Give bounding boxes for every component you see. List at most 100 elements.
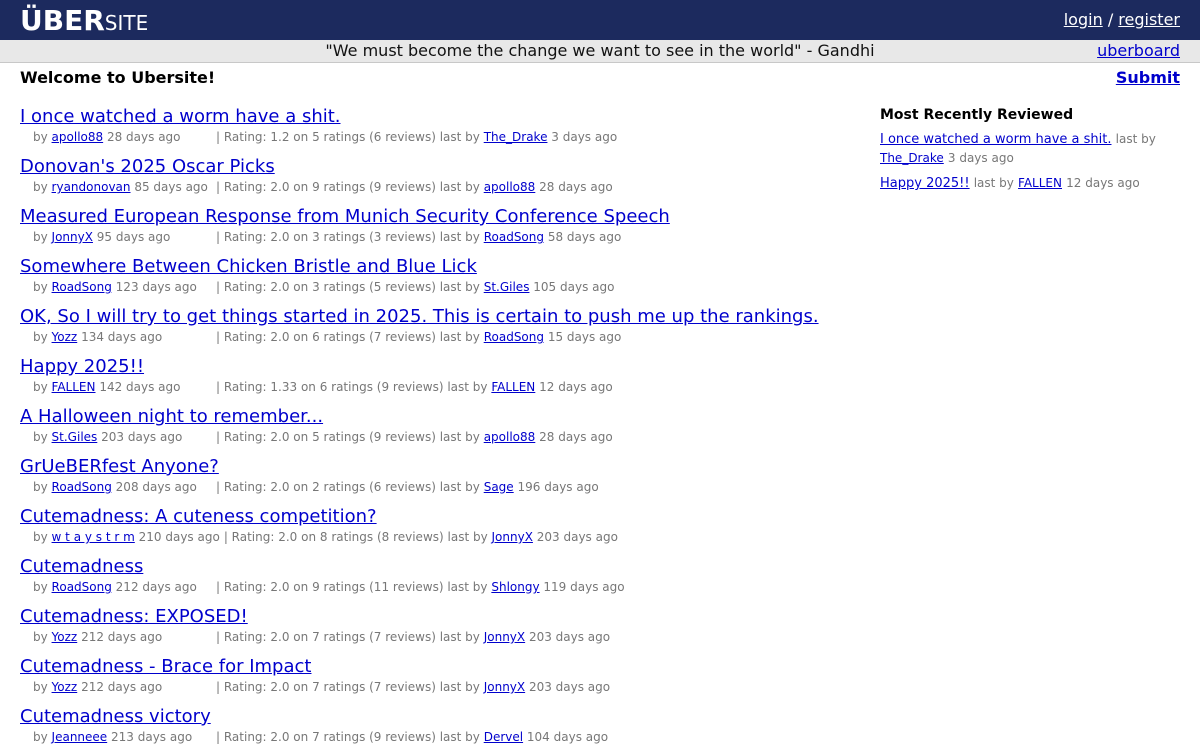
last-reviewer-link[interactable]: RoadSong <box>484 230 544 244</box>
last-reviewer-link[interactable]: RoadSong <box>484 330 544 344</box>
author-link[interactable]: Yozz <box>52 330 78 344</box>
last-review-age: 12 days ago <box>539 380 613 394</box>
last-review-age: 105 days ago <box>533 280 615 294</box>
author-link[interactable]: ryandonovan <box>52 180 131 194</box>
author-link[interactable]: RoadSong <box>52 280 112 294</box>
story-byline: by RoadSong 123 days ago <box>33 280 197 294</box>
story-item: OK, So I will try to get things started … <box>20 306 840 356</box>
story-title-link[interactable]: Donovan's 2025 Oscar Picks <box>20 156 275 178</box>
welcome-heading: Welcome to Ubersite! <box>20 68 216 87</box>
last-reviewer-link[interactable]: The_Drake <box>484 130 548 144</box>
last-reviewer-link[interactable]: apollo88 <box>484 430 536 444</box>
story-item: Cutemadness: EXPOSED! by Yozz 212 days ag… <box>20 606 840 656</box>
last-reviewer-link[interactable]: Shlongy <box>491 580 539 594</box>
story-title-link[interactable]: Cutemadness - Brace for Impact <box>20 656 311 678</box>
story-meta: by ryandonovan 85 days ago | Rating: 2.0 … <box>20 179 840 195</box>
recent-reviewer-link[interactable]: FALLEN <box>1018 176 1062 190</box>
last-reviewer-link[interactable]: Sage <box>484 480 514 494</box>
recent-review-age: 12 days ago <box>1066 176 1140 190</box>
story-title-link[interactable]: A Halloween night to remember... <box>20 406 323 428</box>
last-reviewer-link[interactable]: FALLEN <box>491 380 535 394</box>
story-byline: by RoadSong 212 days ago <box>33 580 197 594</box>
last-reviewer-link[interactable]: JonnyX <box>492 530 533 544</box>
story-rating: | Rating: 2.0 on 7 ratings (7 reviews) l… <box>216 629 610 645</box>
story-item: GrUeBERfest Anyone? by RoadSong 208 days … <box>20 456 840 506</box>
story-byline: by Yozz 212 days ago <box>33 630 163 644</box>
last-review-age: 196 days ago <box>517 480 599 494</box>
recent-story-link[interactable]: I once watched a worm have a shit. <box>880 132 1111 147</box>
login-link[interactable]: login <box>1064 10 1103 29</box>
author-link[interactable]: JonnyX <box>52 230 93 244</box>
story-item: Happy 2025!! by FALLEN 142 days ago | Rati… <box>20 356 840 406</box>
story-rating: | Rating: 2.0 on 5 ratings (9 reviews) l… <box>216 429 613 445</box>
recent-review-age: 3 days ago <box>947 151 1014 165</box>
story-age: 203 days ago <box>101 430 183 444</box>
story-title-link[interactable]: Happy 2025!! <box>20 356 144 378</box>
author-link[interactable]: w t a y s t r m <box>52 530 135 544</box>
rating-text: | Rating: 2.0 on 5 ratings (9 reviews) l… <box>216 430 480 444</box>
last-reviewer-link[interactable]: JonnyX <box>484 630 525 644</box>
story-title-link[interactable]: OK, So I will try to get things started … <box>20 306 819 328</box>
story-title-link[interactable]: Cutemadness victory <box>20 706 211 728</box>
register-link[interactable]: register <box>1118 10 1180 29</box>
site-logo[interactable]: ÜBERSITE <box>20 4 148 37</box>
last-reviewer-link[interactable]: apollo88 <box>484 180 536 194</box>
last-by-label: last by <box>1115 132 1156 146</box>
story-title-link[interactable]: Cutemadness: EXPOSED! <box>20 606 248 628</box>
author-link[interactable]: Jeanneee <box>52 730 108 744</box>
author-link[interactable]: St.Giles <box>52 430 98 444</box>
story-item: Cutemadness: A cuteness competition? by w… <box>20 506 840 556</box>
story-item: Measured European Response from Munich S… <box>20 206 840 256</box>
story-byline: by JonnyX 95 days ago <box>33 230 171 244</box>
story-rating: | Rating: 2.0 on 7 ratings (7 reviews) l… <box>216 679 610 695</box>
author-link[interactable]: apollo88 <box>52 130 104 144</box>
story-age: 123 days ago <box>115 280 197 294</box>
author-link[interactable]: FALLEN <box>52 380 96 394</box>
story-title-link[interactable]: Measured European Response from Munich S… <box>20 206 670 228</box>
last-reviewer-link[interactable]: St.Giles <box>484 280 530 294</box>
story-age: 210 days ago <box>138 530 220 544</box>
rating-text: | Rating: 2.0 on 3 ratings (3 reviews) l… <box>216 230 480 244</box>
story-rating: | Rating: 2.0 on 8 ratings (8 reviews) l… <box>224 530 618 544</box>
rating-text: | Rating: 2.0 on 7 ratings (9 reviews) l… <box>216 730 480 744</box>
story-byline: by w t a y s t r m 210 days ago <box>33 530 220 544</box>
rating-text: | Rating: 2.0 on 6 ratings (7 reviews) l… <box>216 330 480 344</box>
submit-link[interactable]: Submit <box>1116 68 1180 87</box>
uberboard-link[interactable]: uberboard <box>1097 41 1180 60</box>
story-title-link[interactable]: Somewhere Between Chicken Bristle and Bl… <box>20 256 477 278</box>
author-link[interactable]: RoadSong <box>52 480 112 494</box>
last-reviewer-link[interactable]: Dervel <box>484 730 523 744</box>
story-byline: by Yozz 134 days ago <box>33 330 163 344</box>
last-review-age: 203 days ago <box>528 630 611 644</box>
story-age: 134 days ago <box>81 330 163 344</box>
last-by-label: last by <box>973 176 1014 190</box>
story-meta: by Yozz 134 days ago | Rating: 2.0 on 6 r… <box>20 329 840 345</box>
story-meta: by Yozz 212 days ago | Rating: 2.0 on 7 r… <box>20 629 840 645</box>
story-meta: by FALLEN 142 days ago | Rating: 1.33 on … <box>20 379 840 395</box>
recent-reviewer-link[interactable]: The_Drake <box>880 151 944 165</box>
story-title-link[interactable]: Cutemadness <box>20 556 143 578</box>
story-age: 212 days ago <box>81 680 163 694</box>
author-link[interactable]: RoadSong <box>52 580 112 594</box>
story-age: 213 days ago <box>111 730 193 744</box>
story-list: I once watched a worm have a shit. by apo… <box>20 106 840 756</box>
rating-text: | Rating: 2.0 on 9 ratings (9 reviews) l… <box>216 180 480 194</box>
story-item: Cutemadness by RoadSong 212 days ago | Rat… <box>20 556 840 606</box>
story-byline: by St.Giles 203 days ago <box>33 430 183 444</box>
recently-reviewed-heading: Most Recently Reviewed <box>880 107 1074 123</box>
auth-separator: / <box>1107 10 1114 29</box>
story-title-link[interactable]: GrUeBERfest Anyone? <box>20 456 219 478</box>
last-reviewer-link[interactable]: JonnyX <box>484 680 525 694</box>
story-item: Cutemadness victory by Jeanneee 213 days … <box>20 706 840 756</box>
recent-story-link[interactable]: Happy 2025!! <box>880 176 970 191</box>
story-rating: | Rating: 2.0 on 7 ratings (9 reviews) l… <box>216 729 608 745</box>
story-meta: by JonnyX 95 days ago | Rating: 2.0 on 3 … <box>20 229 840 245</box>
story-rating: | Rating: 2.0 on 2 ratings (6 reviews) l… <box>216 479 599 495</box>
story-title-link[interactable]: I once watched a worm have a shit. <box>20 106 341 128</box>
author-link[interactable]: Yozz <box>52 630 78 644</box>
last-review-age: 58 days ago <box>547 230 622 244</box>
story-title-link[interactable]: Cutemadness: A cuteness competition? <box>20 506 377 528</box>
rating-text: | Rating: 2.0 on 2 ratings (6 reviews) l… <box>216 480 480 494</box>
author-link[interactable]: Yozz <box>52 680 78 694</box>
story-rating: | Rating: 2.0 on 3 ratings (3 reviews) l… <box>216 229 621 245</box>
